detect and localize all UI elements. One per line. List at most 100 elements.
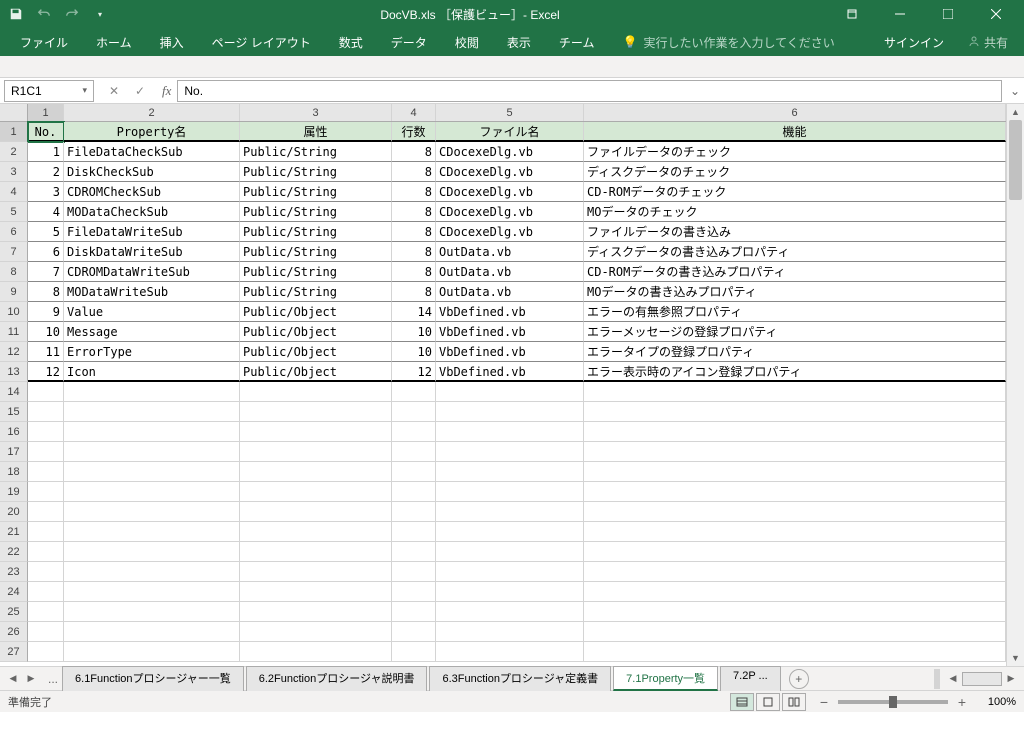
cell[interactable]: [28, 622, 64, 642]
cell[interactable]: [392, 382, 436, 402]
expand-formula-bar-icon[interactable]: ⌄: [1006, 84, 1024, 98]
tab-nav-prev-icon[interactable]: ◀: [6, 671, 20, 687]
cell[interactable]: [436, 642, 584, 662]
cell[interactable]: OutData.vb: [436, 262, 584, 282]
cell[interactable]: 3: [28, 182, 64, 202]
sheet-tab[interactable]: 7.1Property一覧: [613, 666, 718, 691]
cell[interactable]: [584, 442, 1006, 462]
cell[interactable]: [28, 522, 64, 542]
cell[interactable]: CDocexeDlg.vb: [436, 142, 584, 162]
row-header[interactable]: 24: [0, 582, 28, 602]
cell[interactable]: Public/String: [240, 202, 392, 222]
cell[interactable]: DiskDataWriteSub: [64, 242, 240, 262]
cell[interactable]: CD-ROMデータのチェック: [584, 182, 1006, 202]
cell[interactable]: [436, 502, 584, 522]
cell[interactable]: [392, 422, 436, 442]
cell[interactable]: Public/String: [240, 142, 392, 162]
cell[interactable]: [64, 522, 240, 542]
tab-formulas[interactable]: 数式: [327, 30, 375, 55]
row-header[interactable]: 4: [0, 182, 28, 202]
cell[interactable]: CDocexeDlg.vb: [436, 222, 584, 242]
cell[interactable]: [584, 502, 1006, 522]
cell[interactable]: 8: [392, 282, 436, 302]
cell[interactable]: 14: [392, 302, 436, 322]
row-header[interactable]: 7: [0, 242, 28, 262]
cell[interactable]: 12: [28, 362, 64, 382]
cell[interactable]: [392, 442, 436, 462]
row-header[interactable]: 23: [0, 562, 28, 582]
tab-nav-next-icon[interactable]: ▶: [24, 671, 38, 687]
cell[interactable]: Public/String: [240, 222, 392, 242]
horizontal-scrollbar[interactable]: ◀ ▶: [940, 671, 1024, 687]
cell[interactable]: [436, 462, 584, 482]
row-header[interactable]: 16: [0, 422, 28, 442]
cell[interactable]: [28, 562, 64, 582]
cell[interactable]: Property名: [64, 122, 240, 142]
cell[interactable]: 8: [392, 202, 436, 222]
cell[interactable]: [584, 402, 1006, 422]
cell[interactable]: [64, 442, 240, 462]
cell[interactable]: 2: [28, 162, 64, 182]
cell[interactable]: [240, 422, 392, 442]
cell[interactable]: [240, 502, 392, 522]
cell[interactable]: [64, 462, 240, 482]
cell[interactable]: 6: [28, 242, 64, 262]
cell[interactable]: 7: [28, 262, 64, 282]
cell[interactable]: [436, 582, 584, 602]
minimize-button[interactable]: [880, 0, 920, 28]
cell[interactable]: ディスクデータのチェック: [584, 162, 1006, 182]
cell[interactable]: [392, 602, 436, 622]
row-header[interactable]: 11: [0, 322, 28, 342]
cell[interactable]: FileDataCheckSub: [64, 142, 240, 162]
cell[interactable]: [584, 582, 1006, 602]
cell[interactable]: [64, 542, 240, 562]
cell[interactable]: [392, 642, 436, 662]
cell[interactable]: [240, 482, 392, 502]
cell[interactable]: 11: [28, 342, 64, 362]
cell[interactable]: 8: [392, 142, 436, 162]
row-header[interactable]: 12: [0, 342, 28, 362]
cell[interactable]: [64, 642, 240, 662]
cell[interactable]: MODataWriteSub: [64, 282, 240, 302]
col-header[interactable]: 1: [28, 104, 64, 121]
cell[interactable]: OutData.vb: [436, 242, 584, 262]
cell[interactable]: [28, 422, 64, 442]
row-header[interactable]: 14: [0, 382, 28, 402]
cell[interactable]: エラー表示時のアイコン登録プロパティ: [584, 362, 1006, 382]
cell[interactable]: Public/Object: [240, 362, 392, 382]
cell[interactable]: エラーメッセージの登録プロパティ: [584, 322, 1006, 342]
cell[interactable]: [28, 402, 64, 422]
row-header[interactable]: 9: [0, 282, 28, 302]
cell[interactable]: [436, 522, 584, 542]
cell[interactable]: Icon: [64, 362, 240, 382]
cell[interactable]: VbDefined.vb: [436, 302, 584, 322]
row-header[interactable]: 1: [0, 122, 28, 142]
scroll-thumb[interactable]: [1009, 120, 1022, 200]
cell[interactable]: MODataCheckSub: [64, 202, 240, 222]
cell[interactable]: VbDefined.vb: [436, 362, 584, 382]
cell[interactable]: [392, 562, 436, 582]
row-header[interactable]: 15: [0, 402, 28, 422]
cell[interactable]: [28, 462, 64, 482]
cell[interactable]: [392, 402, 436, 422]
scroll-up-icon[interactable]: ▲: [1007, 104, 1024, 120]
cell[interactable]: [240, 462, 392, 482]
cell[interactable]: [240, 382, 392, 402]
cell-active[interactable]: No.: [28, 122, 64, 142]
tab-home[interactable]: ホーム: [84, 30, 144, 55]
cell[interactable]: 8: [392, 262, 436, 282]
cell[interactable]: CD-ROMデータの書き込みプロパティ: [584, 262, 1006, 282]
cell[interactable]: [64, 402, 240, 422]
cell[interactable]: 1: [28, 142, 64, 162]
cell[interactable]: [64, 622, 240, 642]
cell[interactable]: [584, 422, 1006, 442]
tab-team[interactable]: チーム: [547, 30, 607, 55]
cell[interactable]: OutData.vb: [436, 282, 584, 302]
cell[interactable]: [64, 422, 240, 442]
cell[interactable]: [28, 642, 64, 662]
hscroll-left-icon[interactable]: ◀: [946, 671, 960, 687]
cell[interactable]: [436, 622, 584, 642]
cell[interactable]: CDROMDataWriteSub: [64, 262, 240, 282]
cell[interactable]: [28, 542, 64, 562]
select-all-corner[interactable]: [0, 104, 28, 121]
